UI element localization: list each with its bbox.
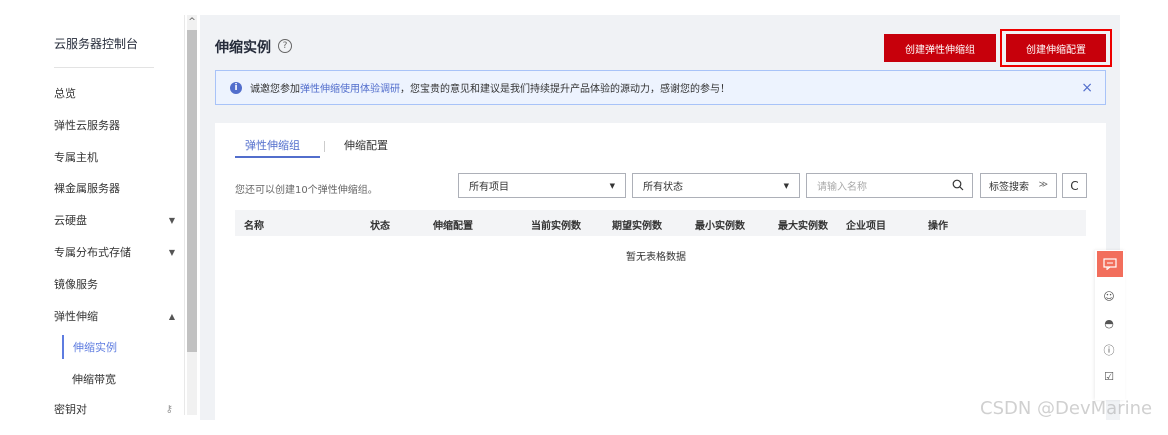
column-header[interactable]: 最小实例数 <box>695 217 745 232</box>
tag-search-label: 标签搜索 <box>989 182 1029 193</box>
refresh-icon: C <box>1070 178 1079 193</box>
empty-table-text: 暂无表格数据 <box>626 252 686 263</box>
sidebar-item-label: 专属分布式存储 <box>54 246 131 259</box>
caret-down-icon: ▼ <box>168 215 175 225</box>
sidebar-item-label: 伸缩带宽 <box>72 373 116 386</box>
highlight-box <box>1000 29 1112 67</box>
sidebar-item-ecs[interactable]: 弹性云服务器 <box>54 115 179 135</box>
sidebar-item-label: 总览 <box>54 87 76 100</box>
feedback-icon[interactable] <box>1097 251 1123 277</box>
caret-down-icon: ▼ <box>783 182 789 190</box>
sidebar-item-autoscaling[interactable]: 弹性伸缩 ▲ <box>54 306 179 326</box>
checklist-icon[interactable]: ☑ <box>1101 369 1117 385</box>
sidebar-item-overview[interactable]: 总览 <box>54 83 179 103</box>
page-title: 伸缩实例 <box>215 40 271 56</box>
column-header[interactable]: 当前实例数 <box>531 217 581 232</box>
column-header[interactable]: 期望实例数 <box>612 217 662 232</box>
sidebar-scrollbar-thumb[interactable] <box>187 30 197 352</box>
sidebar: 云服务器控制台 总览 弹性云服务器 专属主机 裸金属服务器 云硬盘 ▼ 专属分布式… <box>40 15 185 415</box>
sidebar-item-label: 镜像服务 <box>54 278 98 291</box>
sidebar-item-dedicated-host[interactable]: 专属主机 <box>54 147 179 167</box>
content-card <box>215 123 1106 420</box>
column-header[interactable]: 最大实例数 <box>778 217 828 232</box>
sidebar-item-label: 专属主机 <box>54 151 98 164</box>
help-icon[interactable]: ? <box>278 39 292 53</box>
tag-search-button[interactable]: 标签搜索 ≫ <box>980 173 1057 198</box>
close-icon[interactable]: × <box>1081 80 1093 96</box>
sidebar-item-bms[interactable]: 裸金属服务器 <box>54 178 179 198</box>
sidebar-title: 云服务器控制台 <box>54 37 139 51</box>
search-placeholder: 请输入名称 <box>817 182 867 193</box>
tab-scaling-group[interactable]: 弹性伸缩组 <box>245 137 300 157</box>
project-select-value: 所有项目 <box>469 182 509 193</box>
info-icon: i <box>230 81 242 94</box>
column-header[interactable]: 状态 <box>370 217 390 232</box>
headset-icon[interactable]: ◓ <box>1101 316 1117 332</box>
active-tab-indicator <box>235 156 320 158</box>
column-header[interactable]: 名称 <box>244 217 264 232</box>
search-input[interactable]: 请输入名称 <box>806 173 973 198</box>
caret-up-icon: ▲ <box>168 311 175 321</box>
status-select[interactable]: 所有状态 ▼ <box>632 173 800 198</box>
sidebar-item-label: 伸缩实例 <box>73 341 117 354</box>
question-icon[interactable]: ⓘ <box>1101 343 1117 359</box>
sidebar-item-label: 密钥对 <box>54 403 87 415</box>
search-icon[interactable] <box>952 179 964 191</box>
caret-down-icon: ▼ <box>609 182 615 190</box>
status-select-value: 所有状态 <box>643 182 683 193</box>
sidebar-divider <box>54 67 154 68</box>
scroll-up-icon[interactable]: ^ <box>186 16 198 28</box>
sidebar-item-ims[interactable]: 镜像服务 <box>54 274 179 294</box>
column-header[interactable]: 伸缩配置 <box>433 217 473 232</box>
smiley-icon[interactable]: ☺ <box>1101 289 1117 305</box>
notice-prefix: 诚邀您参加 <box>250 84 300 95</box>
quota-hint: 您还可以创建10个弹性伸缩组。 <box>235 185 378 196</box>
double-chevron-down-icon: ≫ <box>1038 180 1048 190</box>
sidebar-item-evs[interactable]: 云硬盘 ▼ <box>54 210 179 230</box>
sidebar-item-dss[interactable]: 专属分布式存储 ▼ <box>54 242 179 262</box>
notice-banner: i 诚邀您参加 弹性伸缩使用体验调研 ，您宝贵的意见和建议是我们持续提升产品体验的源… <box>215 70 1106 105</box>
survey-link[interactable]: 弹性伸缩使用体验调研 <box>300 80 400 95</box>
column-header[interactable]: 操作 <box>928 217 948 232</box>
column-header[interactable]: 企业项目 <box>846 217 886 232</box>
tab-separator <box>324 141 325 152</box>
notice-suffix: ，您宝贵的意见和建议是我们持续提升产品体验的源动力，感谢您的参与！ <box>400 84 730 95</box>
sidebar-item-label: 弹性伸缩 <box>54 310 98 323</box>
refresh-button[interactable]: C <box>1062 173 1087 198</box>
sidebar-item-label: 弹性云服务器 <box>54 119 120 132</box>
key-icon: ⚷ <box>165 403 173 415</box>
tab-scaling-config[interactable]: 伸缩配置 <box>344 137 388 157</box>
watermark: CSDN @DevMarine <box>980 398 1153 419</box>
project-select[interactable]: 所有项目 ▼ <box>458 173 626 198</box>
sidebar-subitem-instances[interactable]: 伸缩实例 <box>62 335 180 359</box>
sidebar-subitem-bandwidth[interactable]: 伸缩带宽 <box>62 367 180 391</box>
sidebar-item-label: 裸金属服务器 <box>54 182 120 195</box>
create-scaling-group-button[interactable]: 创建弹性伸缩组 <box>884 34 996 62</box>
sidebar-item-keypair[interactable]: 密钥对 ⚷ <box>54 399 179 415</box>
sidebar-item-label: 云硬盘 <box>54 214 87 227</box>
caret-down-icon: ▼ <box>168 247 175 257</box>
